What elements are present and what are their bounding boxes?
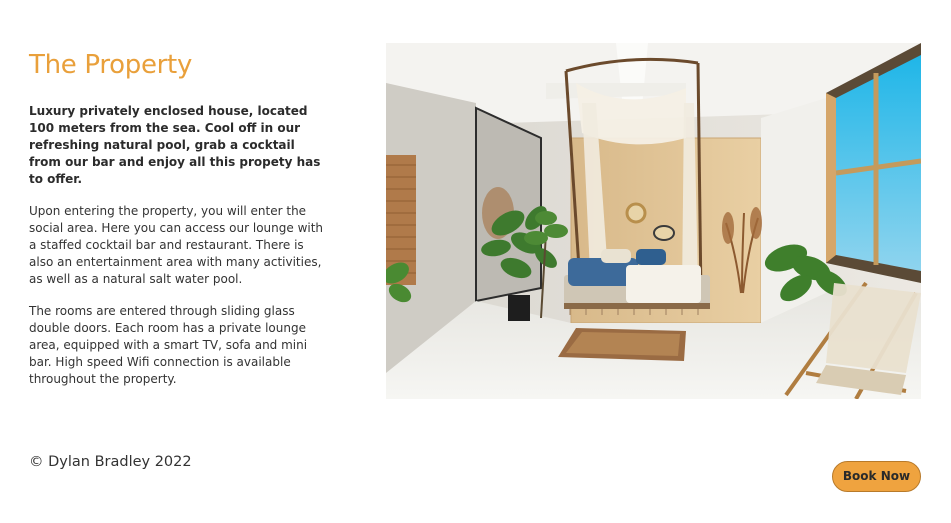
lead-paragraph: Luxury privately enclosed house, located… [29,104,321,186]
property-description: Luxury privately enclosed house, located… [29,103,329,403]
copyright-text: © Dylan Bradley 2022 [29,454,192,470]
book-now-button[interactable]: Book Now [832,461,921,492]
social-area-paragraph: Upon entering the property, you will ent… [29,204,324,286]
page-title: The Property [29,50,193,80]
property-page: The Property Luxury privately enclosed h… [0,0,951,523]
property-photo [386,43,921,399]
rooms-paragraph: The rooms are entered through sliding gl… [29,304,308,386]
